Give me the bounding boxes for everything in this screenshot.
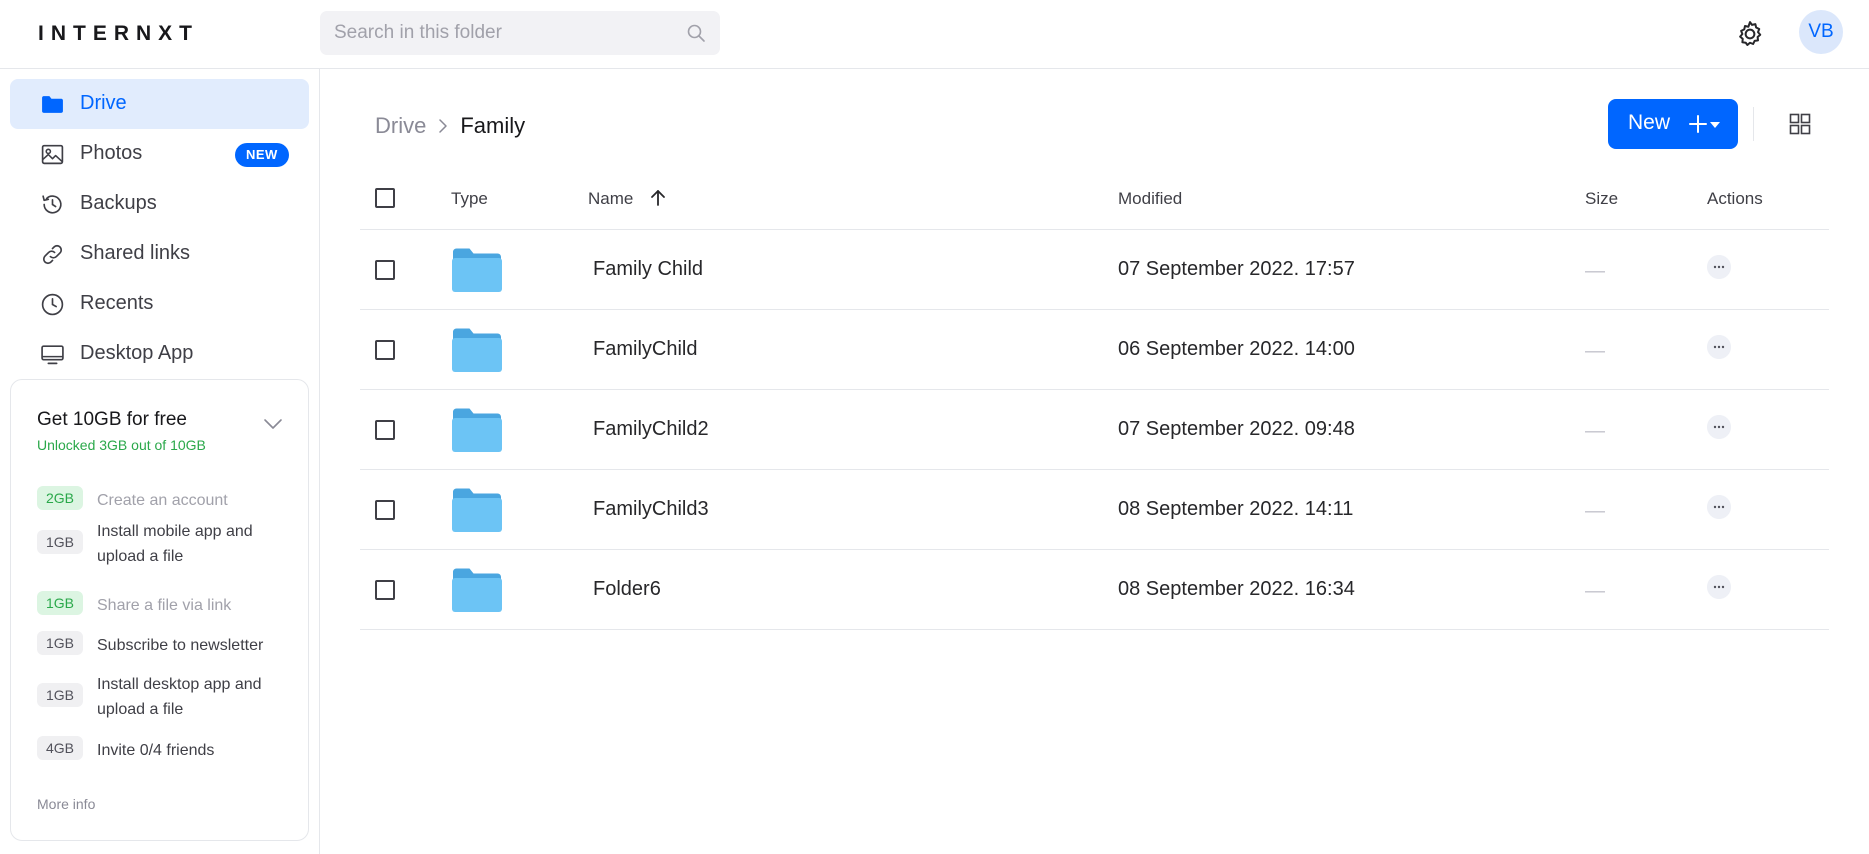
breadcrumb-drive[interactable]: Drive [375, 113, 426, 139]
column-modified[interactable]: Modified [1118, 189, 1182, 209]
more-options-icon[interactable] [1707, 575, 1731, 599]
gb-badge: 1GB [37, 591, 84, 615]
new-button[interactable]: New [1608, 99, 1738, 149]
chevron-down-icon[interactable] [261, 412, 285, 436]
more-options-icon[interactable] [1707, 415, 1731, 439]
promo-title: Get 10GB for free [37, 409, 187, 430]
file-name[interactable]: Family Child [593, 258, 703, 281]
internxt-logo[interactable]: INTERNXT [38, 22, 199, 46]
row-checkbox[interactable] [375, 500, 395, 520]
column-name[interactable]: Name [588, 189, 633, 209]
modified-date: 06 September 2022. 14:00 [1118, 338, 1355, 360]
avatar[interactable]: VB [1799, 10, 1843, 54]
gb-badge: 2GB [37, 486, 84, 510]
breadcrumb: Drive Family [375, 113, 525, 139]
divider [1753, 107, 1754, 141]
file-name[interactable]: Folder6 [593, 578, 661, 601]
folder-icon [452, 568, 502, 612]
modified-date: 08 September 2022. 14:11 [1118, 498, 1354, 520]
task-label: Subscribe to newsletter [97, 637, 264, 654]
sidebar-item-desktop-app[interactable]: Desktop App [10, 329, 309, 379]
caret-down-icon [1710, 122, 1720, 128]
file-size: — [1585, 420, 1605, 442]
sidebar-item-label: Photos [80, 142, 143, 164]
gear-icon[interactable] [1735, 19, 1765, 49]
gb-badge: 1GB [37, 530, 84, 554]
file-size: — [1585, 260, 1605, 282]
sidebar-item-backups[interactable]: Backups [10, 179, 309, 229]
free-storage-card: Get 10GB for free Unlocked 3GB out of 10… [10, 379, 309, 841]
sidebar-item-label: Drive [80, 92, 127, 114]
folder-icon [452, 328, 502, 372]
row-checkbox[interactable] [375, 340, 395, 360]
task-label: Install desktop app and upload a file [97, 676, 262, 718]
table-row[interactable]: Family Child 07 September 2022. 17:57 — [360, 230, 1829, 310]
more-options-icon[interactable] [1707, 335, 1731, 359]
folder-icon [452, 408, 502, 452]
file-name[interactable]: FamilyChild [593, 338, 697, 361]
sidebar-item-label: Desktop App [80, 342, 194, 364]
gb-badge: 1GB [37, 683, 84, 707]
modified-date: 08 September 2022. 16:34 [1118, 578, 1355, 600]
chevron-right-icon [439, 119, 448, 133]
file-size: — [1585, 500, 1605, 522]
main-content: Drive Family New Type Name Modified Size… [320, 69, 1869, 854]
monitor-icon [41, 345, 64, 365]
sidebar-item-drive[interactable]: Drive [10, 79, 309, 129]
arrow-up-icon[interactable] [649, 189, 667, 207]
folder-icon [452, 248, 502, 292]
new-badge: NEW [235, 143, 289, 167]
sidebar-item-recents[interactable]: Recents [10, 279, 309, 329]
new-button-label: New [1628, 111, 1671, 134]
column-size[interactable]: Size [1585, 189, 1618, 209]
sidebar-item-shared-links[interactable]: Shared links [10, 229, 309, 279]
select-all-checkbox[interactable] [375, 188, 395, 208]
plus-icon [1689, 115, 1707, 133]
grid-view-icon[interactable] [1788, 112, 1812, 136]
search-box[interactable] [320, 11, 720, 55]
column-type[interactable]: Type [451, 189, 488, 209]
table-row[interactable]: FamilyChild2 07 September 2022. 09:48 — [360, 390, 1829, 470]
modified-date: 07 September 2022. 09:48 [1118, 418, 1355, 440]
gb-badge: 1GB [37, 631, 84, 655]
table-header: Type Name Modified Size Actions [360, 164, 1829, 230]
modified-date: 07 September 2022. 17:57 [1118, 258, 1355, 280]
row-checkbox[interactable] [375, 580, 395, 600]
image-icon [41, 144, 64, 165]
clock-icon [41, 293, 64, 316]
task-label: Install mobile app and upload a file [97, 523, 253, 565]
more-options-icon[interactable] [1707, 495, 1731, 519]
breadcrumb-current: Family [460, 113, 526, 138]
gb-badge: 4GB [37, 736, 84, 760]
sidebar-item-label: Recents [80, 292, 154, 314]
task-label: Invite 0/4 friends [97, 742, 215, 759]
link-icon [42, 244, 63, 265]
file-table: Type Name Modified Size Actions Family C… [360, 164, 1829, 630]
file-size: — [1585, 580, 1605, 602]
promo-progress-text: Unlocked 3GB out of 10GB [37, 437, 206, 453]
file-size: — [1585, 340, 1605, 362]
file-name[interactable]: FamilyChild3 [593, 498, 709, 521]
folder-icon [42, 96, 63, 113]
sidebar-item-label: Shared links [80, 242, 191, 264]
file-name[interactable]: FamilyChild2 [593, 418, 709, 441]
more-options-icon[interactable] [1707, 255, 1731, 279]
history-icon [42, 195, 62, 214]
column-actions: Actions [1707, 189, 1763, 208]
more-info-link[interactable]: More info [37, 796, 95, 812]
table-row[interactable]: FamilyChild3 08 September 2022. 14:11 — [360, 470, 1829, 550]
row-checkbox[interactable] [375, 420, 395, 440]
sidebar-item-label: Backups [80, 192, 157, 214]
folder-icon [452, 488, 502, 532]
sidebar-item-photos[interactable]: Photos NEW [10, 129, 309, 179]
top-bar: INTERNXT VB [0, 0, 1869, 69]
search-icon[interactable] [686, 23, 706, 43]
row-checkbox[interactable] [375, 260, 395, 280]
task-label: Share a file via link [97, 597, 232, 614]
sidebar: Drive Photos NEW Backups Shared links Re… [0, 69, 320, 854]
search-input[interactable] [334, 11, 674, 55]
table-row[interactable]: FamilyChild 06 September 2022. 14:00 — [360, 310, 1829, 390]
task-label: Create an account [97, 492, 228, 509]
table-row[interactable]: Folder6 08 September 2022. 16:34 — [360, 550, 1829, 630]
